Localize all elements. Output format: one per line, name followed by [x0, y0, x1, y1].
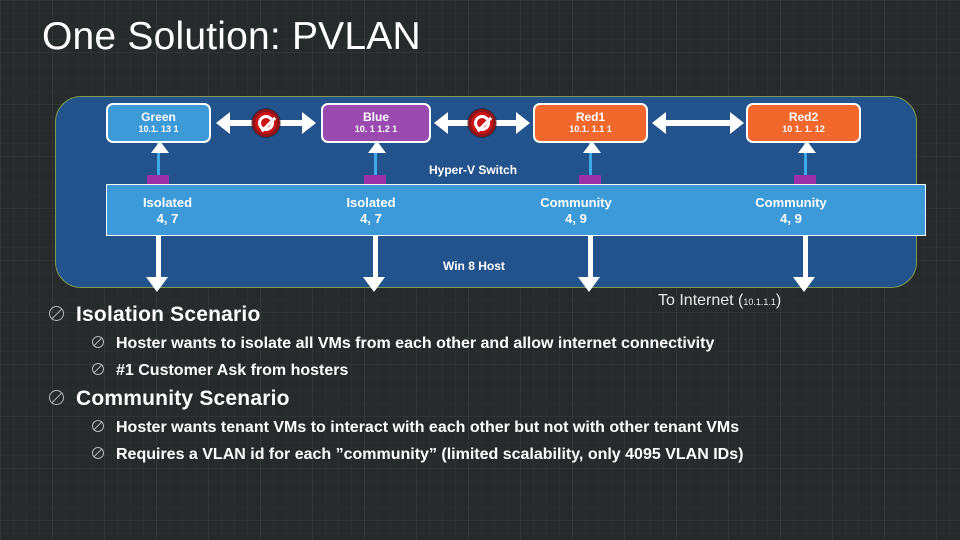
- segment-ids: 4, 7: [360, 211, 382, 226]
- bullet-list: Isolation Scenario Hoster wants to isola…: [30, 300, 930, 468]
- uplink-arrow-red2: [798, 141, 816, 153]
- hyper-v-host-container: Green 10.1. 13 1 Blue 10. 1 1.2 1 Red1 1…: [55, 96, 926, 288]
- arrow-head-right: [516, 112, 530, 134]
- bullet-marker: [30, 336, 116, 348]
- bullet-isolate-all-vms: Hoster wants to isolate all VMs from eac…: [30, 330, 930, 357]
- arrow-head-right: [302, 112, 316, 134]
- win8-host-label: Win 8 Host: [443, 259, 505, 273]
- no-entry-slash: [476, 116, 493, 133]
- segment-label-isolated-1: Isolated 4, 7: [110, 189, 225, 233]
- arrow-shaft: [664, 120, 732, 126]
- segment-type: Isolated: [346, 195, 396, 210]
- bullet-text: Community Scenario: [76, 387, 290, 410]
- downlink-arrow-2: [363, 277, 385, 292]
- no-entry-bullet-icon: [49, 390, 64, 405]
- bullet-requires-vlan-id: Requires a VLAN id for each ”community” …: [30, 441, 930, 468]
- segment-type: Isolated: [142, 195, 193, 210]
- page-title: One Solution: PVLAN: [42, 15, 421, 58]
- uplink-arrow-blue: [368, 141, 386, 153]
- bullet-customer-ask: #1 Customer Ask from hosters: [30, 357, 930, 384]
- bullet-marker: [30, 447, 116, 459]
- vm-box-red1[interactable]: Red1 10.1. 1.1 1: [533, 103, 648, 143]
- bullet-tenant-vms-interact: Hoster wants tenant VMs to interact with…: [30, 414, 930, 441]
- bullet-text: Isolation Scenario: [76, 303, 261, 326]
- no-entry-ring: [258, 115, 277, 133]
- vm-name-red2: Red2: [788, 110, 819, 124]
- bullet-text: #1 Customer Ask from hosters: [116, 362, 349, 379]
- arrow-head-right: [730, 112, 744, 134]
- segment-label-isolated-2: Isolated 4, 7: [276, 189, 466, 233]
- no-entry-bullet-icon: [92, 363, 104, 375]
- uplink-arrow-green: [151, 141, 169, 153]
- bullet-marker: [30, 306, 76, 321]
- vm-ip-red2: 10 1. 1. 12: [782, 124, 825, 134]
- vm-ip-green: 10.1. 13 1: [138, 124, 179, 134]
- link-red1-red2: [652, 112, 744, 134]
- bullet-marker: [30, 390, 76, 405]
- vm-name-red1: Red1: [575, 110, 606, 124]
- downlink-arrow-1: [146, 277, 168, 292]
- vm-ip-red1: 10.1. 1.1 1: [569, 124, 612, 134]
- segment-ids: 4, 9: [780, 211, 802, 226]
- segment-type: Community: [540, 195, 612, 210]
- no-entry-bullet-icon: [49, 306, 64, 321]
- bullet-marker: [30, 420, 116, 432]
- segment-label-community-2: Community 4, 9: [691, 189, 891, 233]
- no-entry-slash: [260, 116, 277, 133]
- bullet-text: Requires a VLAN id for each ”community” …: [116, 446, 744, 463]
- bullet-isolation-scenario: Isolation Scenario: [30, 300, 930, 330]
- bullet-community-scenario: Community Scenario: [30, 384, 930, 414]
- no-entry-bullet-icon: [92, 447, 104, 459]
- bullet-text: Hoster wants tenant VMs to interact with…: [116, 419, 740, 436]
- vm-box-green[interactable]: Green 10.1. 13 1: [106, 103, 211, 143]
- no-entry-bullet-icon: [92, 420, 104, 432]
- vm-box-red2[interactable]: Red2 10 1. 1. 12: [746, 103, 861, 143]
- downlink-arrow-4: [793, 277, 815, 292]
- vm-name-green: Green: [141, 110, 176, 124]
- no-entry-ring: [474, 115, 493, 133]
- vm-box-blue[interactable]: Blue 10. 1 1.2 1: [321, 103, 431, 143]
- bullet-text: Hoster wants to isolate all VMs from eac…: [116, 335, 715, 352]
- segment-ids: 4, 9: [565, 211, 587, 226]
- uplink-arrow-red1: [583, 141, 601, 153]
- segment-ids: 4, 7: [156, 211, 179, 226]
- no-entry-bullet-icon: [92, 336, 104, 348]
- segment-type: Community: [755, 195, 827, 210]
- segment-label-community-1: Community 4, 9: [476, 189, 676, 233]
- bullet-marker: [30, 363, 116, 375]
- downlink-arrow-3: [578, 277, 600, 292]
- no-entry-icon-blue-red1: [468, 109, 496, 137]
- vm-ip-blue: 10. 1 1.2 1: [354, 124, 398, 134]
- no-entry-icon-green-blue: [252, 109, 280, 137]
- hyper-v-switch-label: Hyper-V Switch: [429, 163, 518, 177]
- vm-name-blue: Blue: [362, 110, 389, 124]
